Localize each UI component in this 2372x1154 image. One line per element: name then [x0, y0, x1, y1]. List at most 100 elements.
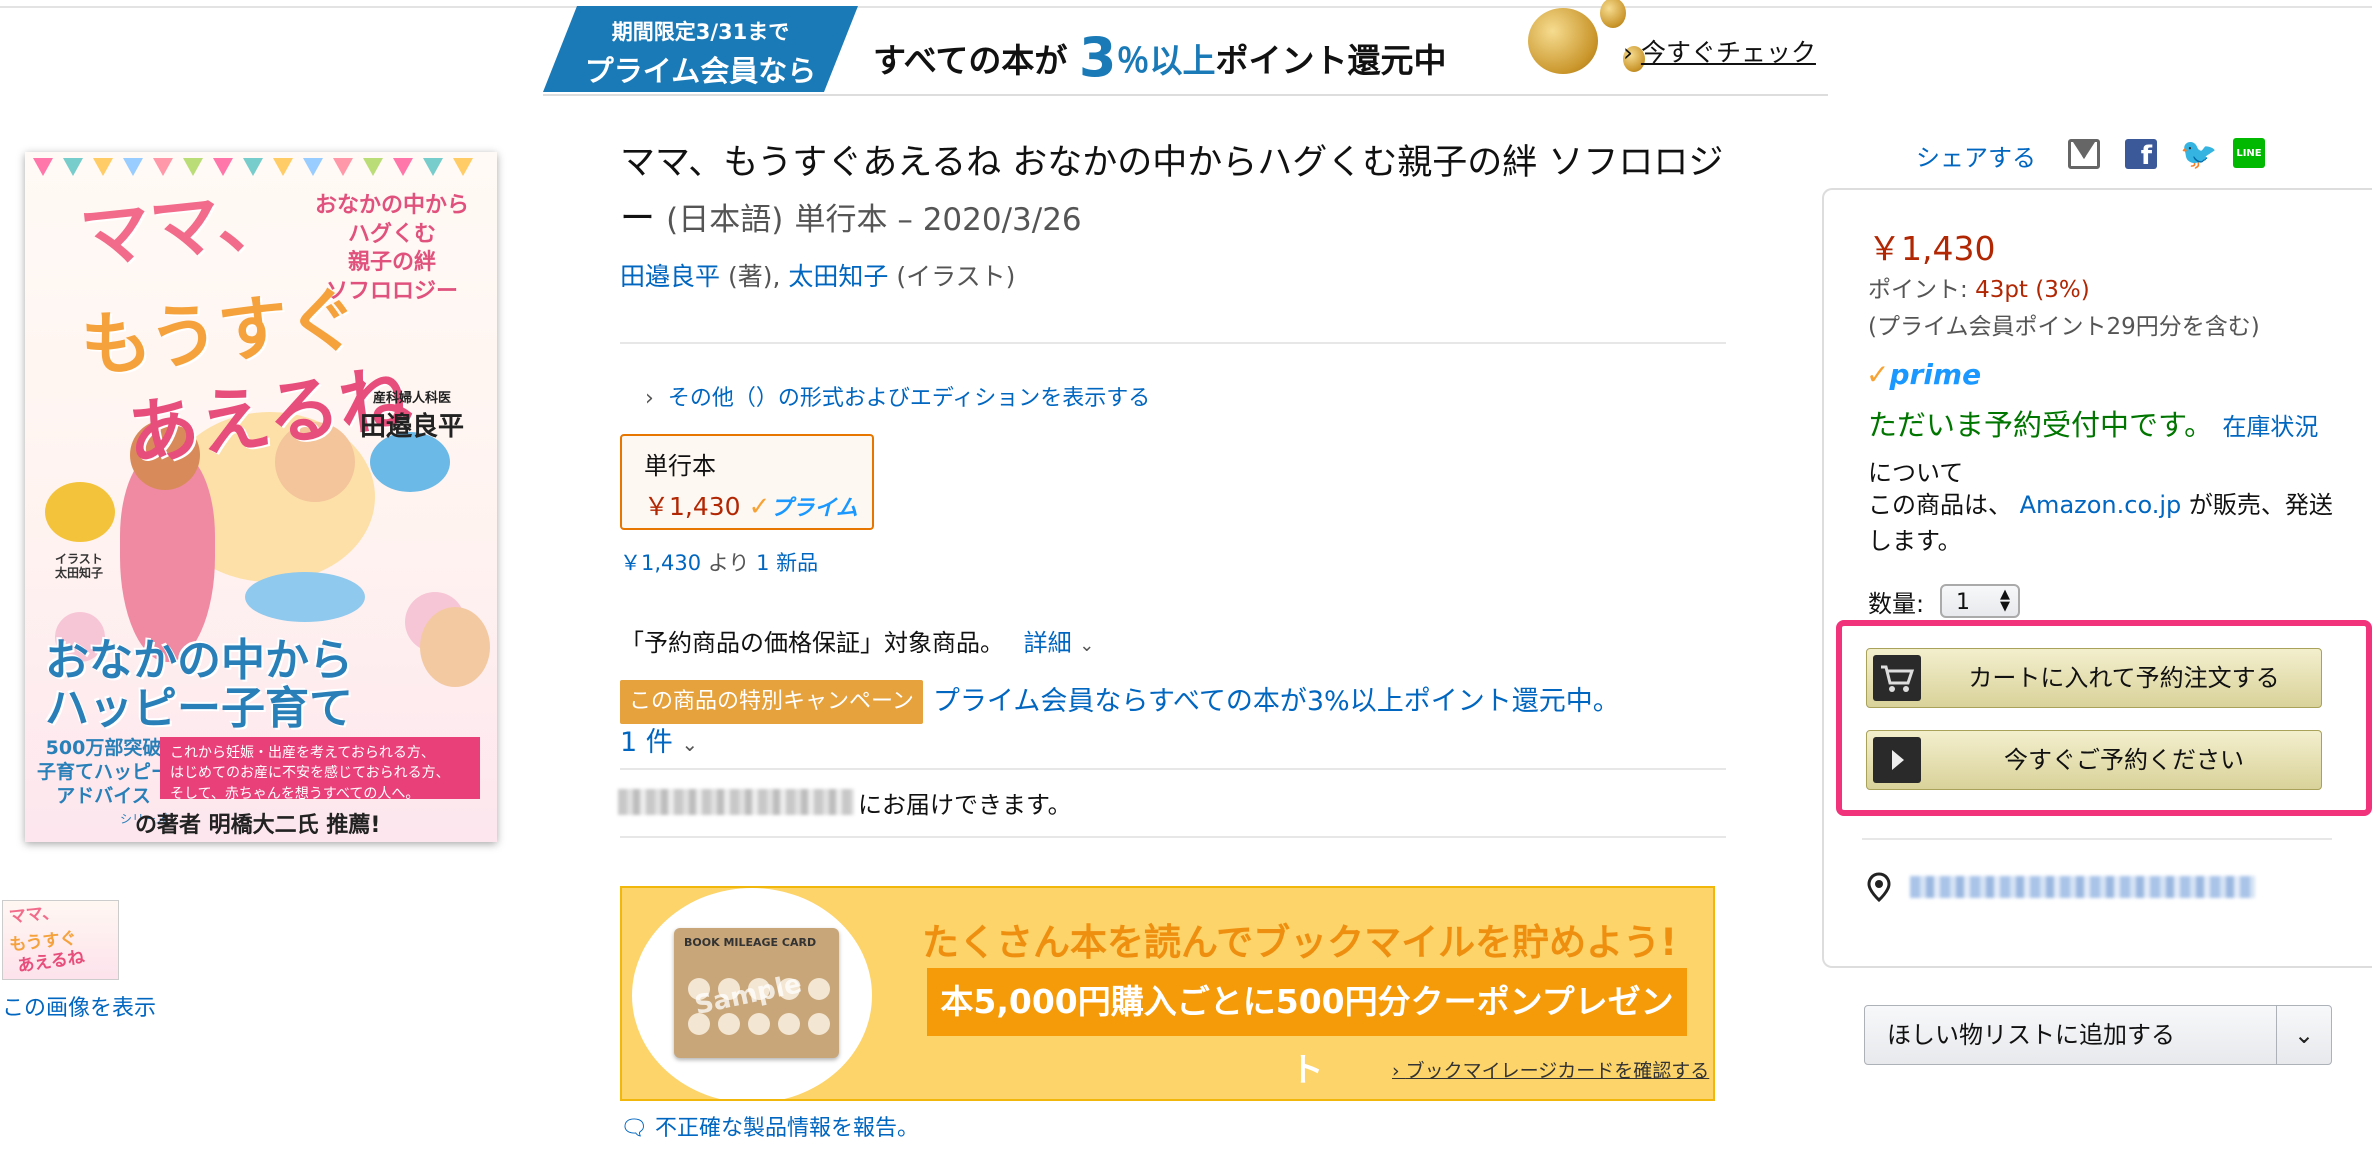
author-role: (著), [727, 262, 781, 291]
guarantee-text: 「予約商品の価格保証」対象商品。 [620, 629, 1004, 657]
chevron-down-icon[interactable]: ⌄ [2276, 1006, 2332, 1064]
promo-check-link[interactable]: › 今すぐチェック [1623, 33, 1816, 69]
stamp-slot [808, 978, 830, 1000]
book-mileage-banner[interactable]: BOOK MILEAGE CARD Sample たくさん本を読んでブックマイル… [620, 886, 1715, 1101]
coin-icon [1600, 0, 1626, 28]
quantity-select[interactable]: 1 ▲ ▼ [1940, 584, 2020, 618]
chevron-down-icon[interactable]: ⌄ [1079, 635, 1094, 656]
play-icon [1873, 737, 1921, 783]
cover-author-name: 田邉良平 [360, 412, 465, 442]
quantity-value: 1 [1956, 590, 1970, 615]
thumbnail-title: ママ、 [7, 902, 60, 928]
illustration-mother [420, 607, 490, 687]
delivery-location-redacted[interactable] [1910, 876, 2255, 898]
stock-status-suffix: について [1868, 459, 1964, 487]
campaign-link[interactable]: プライム会員ならすべての本が3%以上ポイント還元中。 [933, 686, 1620, 717]
badge-line1: 期間限定3/31まで [611, 20, 790, 44]
promo-banner[interactable]: 期間限定3/31まで プライム会員なら すべての本が 3％以上ポイント還元中 ›… [543, 0, 1828, 96]
prime-check-icon: ✓ [748, 492, 771, 522]
title-binding-date: 単行本 – 2020/3/26 [794, 202, 1082, 238]
price-guarantee: 「予約商品の価格保証」対象商品。 詳細 ⌄ [620, 623, 1094, 658]
byline: 田邉良平 (著), 太田知子 (イラスト) [620, 257, 1015, 293]
cover-illustrator-name: 太田知子 [55, 566, 104, 581]
mileage-card-link-label: ブックマイレージカードを確認する [1405, 1060, 1710, 1082]
cover-recommendation: の著者 明橋大二氏 推薦! [135, 813, 381, 838]
book-cover-image[interactable]: ママ、 もうすぐ あえるね おなかの中から ハグくむ 親子の絆 ソフロロジー 産… [25, 152, 497, 842]
view-image-link[interactable]: この画像を表示 [2, 990, 156, 1022]
delivery-text: にお届けできます。 [858, 791, 1072, 819]
illustrator-link[interactable]: 太田知子 [788, 262, 888, 291]
prime-logo: ✓prime [1866, 358, 1981, 391]
chevron-down-icon[interactable]: ⌄ [681, 732, 698, 756]
bunting-flag [93, 158, 113, 176]
prime-logo-text: prime [1889, 358, 1982, 391]
cover-author-role: 産科婦人科医 [373, 391, 452, 406]
stamp-slot [748, 1013, 770, 1035]
share-label[interactable]: シェアする [1916, 144, 2036, 172]
prime-limited-badge: 期間限定3/31まで プライム会員なら [543, 6, 858, 92]
illustration-bird [45, 482, 115, 542]
offers-from: より [707, 551, 750, 575]
facebook-share-icon[interactable]: f [2125, 139, 2157, 171]
promo-prefix: すべての本が [873, 41, 1068, 80]
bunting-flag [243, 158, 263, 176]
cover-thumbnail[interactable]: ママ、 もうすぐ あえるね [2, 900, 119, 980]
add-to-wishlist-button[interactable]: ほしい物リストに追加する ⌄ [1864, 1005, 2332, 1065]
other-formats-link[interactable]: › その他（）の形式およびエディションを表示する [645, 380, 1150, 412]
stock-status-link[interactable]: 在庫状況 [2222, 413, 2318, 441]
quantity-label: 数量: [1868, 590, 1925, 618]
cover-pink-message: これから妊娠・出産を考えておられる方、 はじめてのお産に不安を感じておられる方、… [160, 737, 480, 802]
seller-link[interactable]: Amazon.co.jp [2020, 491, 2182, 519]
campaign-badge: この商品の特別キャンペーン [620, 680, 923, 724]
badge-line2: プライム会員なら [584, 54, 817, 88]
coin-icon [1528, 8, 1598, 74]
cover-series-note: 500万部突破 子育てハッピー アドバイス [37, 737, 171, 807]
divider [620, 342, 1726, 344]
bunting-flag [153, 158, 173, 176]
illustration-bird [245, 572, 365, 622]
mileage-card-image: BOOK MILEAGE CARD Sample [674, 928, 839, 1058]
mileage-card-link[interactable]: › ブックマイレージカードを確認する [1392, 1056, 1709, 1083]
bunting-flag [273, 158, 293, 176]
bunting-flag [453, 158, 473, 176]
report-incorrect-info-link[interactable]: 🗨 不正確な製品情報を報告。 [620, 1110, 919, 1142]
cover-title-line1: ママ、 [76, 176, 291, 280]
buybox-points: ポイント: 43pt (3%) [1868, 270, 2090, 304]
points-label: ポイント: [1868, 277, 1968, 303]
location-pin-icon[interactable] [1866, 872, 1892, 903]
prime-check-icon: ✓ [1866, 358, 1890, 391]
buybox-price: ￥1,430 [1868, 229, 1996, 268]
mileage-coupon-bar: 本5,000円購入ごとに500円分クーポンプレゼント [927, 968, 1687, 1089]
buy-box [1822, 188, 2372, 968]
add-to-cart-button[interactable]: カートに入れて予約注文する [1866, 648, 2322, 708]
format-prime-label: プライム [770, 496, 858, 521]
campaign-count-toggle[interactable]: 1 件 [620, 727, 673, 758]
seller-info: この商品は、 Amazon.co.jp が販売、発送します。 [1868, 487, 2338, 559]
mileage-headline: たくさん本を読んでブックマイルを貯めよう! [922, 921, 1678, 964]
availability: ただいま予約受付中です。 在庫状況について [1868, 403, 2338, 495]
chevron-right-icon: › [645, 386, 654, 411]
report-label: 不正確な製品情報を報告。 [654, 1116, 919, 1141]
cover-illustrator: イラスト 太田知子 [55, 552, 103, 581]
cover-band-line2: ハッピー子育て [45, 683, 353, 735]
cover-illustrator-role: イラスト [55, 552, 103, 566]
envelope-flap [2073, 142, 2095, 159]
bunting-flag [33, 158, 53, 176]
prime-points-note: (プライム会員ポイント29円分を含む) [1868, 314, 2260, 340]
availability-text: ただいま予約受付中です。 [1868, 408, 2214, 442]
offers-price-link[interactable]: ￥1,430 [620, 551, 701, 575]
bunting-flag [213, 158, 233, 176]
author-link[interactable]: 田邉良平 [620, 262, 720, 291]
guarantee-details-link[interactable]: 詳細 [1024, 629, 1072, 657]
format-swatch-tankobon[interactable]: 単行本 ￥1,430 ✓プライム [620, 434, 874, 530]
email-share-icon[interactable] [2068, 139, 2100, 169]
promo-number: 3 [1078, 26, 1117, 89]
cover-author: 産科婦人科医 田邉良平 [360, 387, 464, 443]
buy-now-button[interactable]: 今すぐご予約ください [1866, 730, 2322, 790]
twitter-share-icon[interactable]: 🐦 [2180, 139, 2217, 171]
mileage-card-title: BOOK MILEAGE CARD [684, 936, 817, 949]
line-share-icon[interactable]: LINE [2233, 138, 2265, 168]
offers-new-link[interactable]: 1 新品 [756, 551, 818, 575]
promo-suffix: ポイント還元中 [1215, 41, 1447, 80]
stamp-slot [778, 1013, 800, 1035]
